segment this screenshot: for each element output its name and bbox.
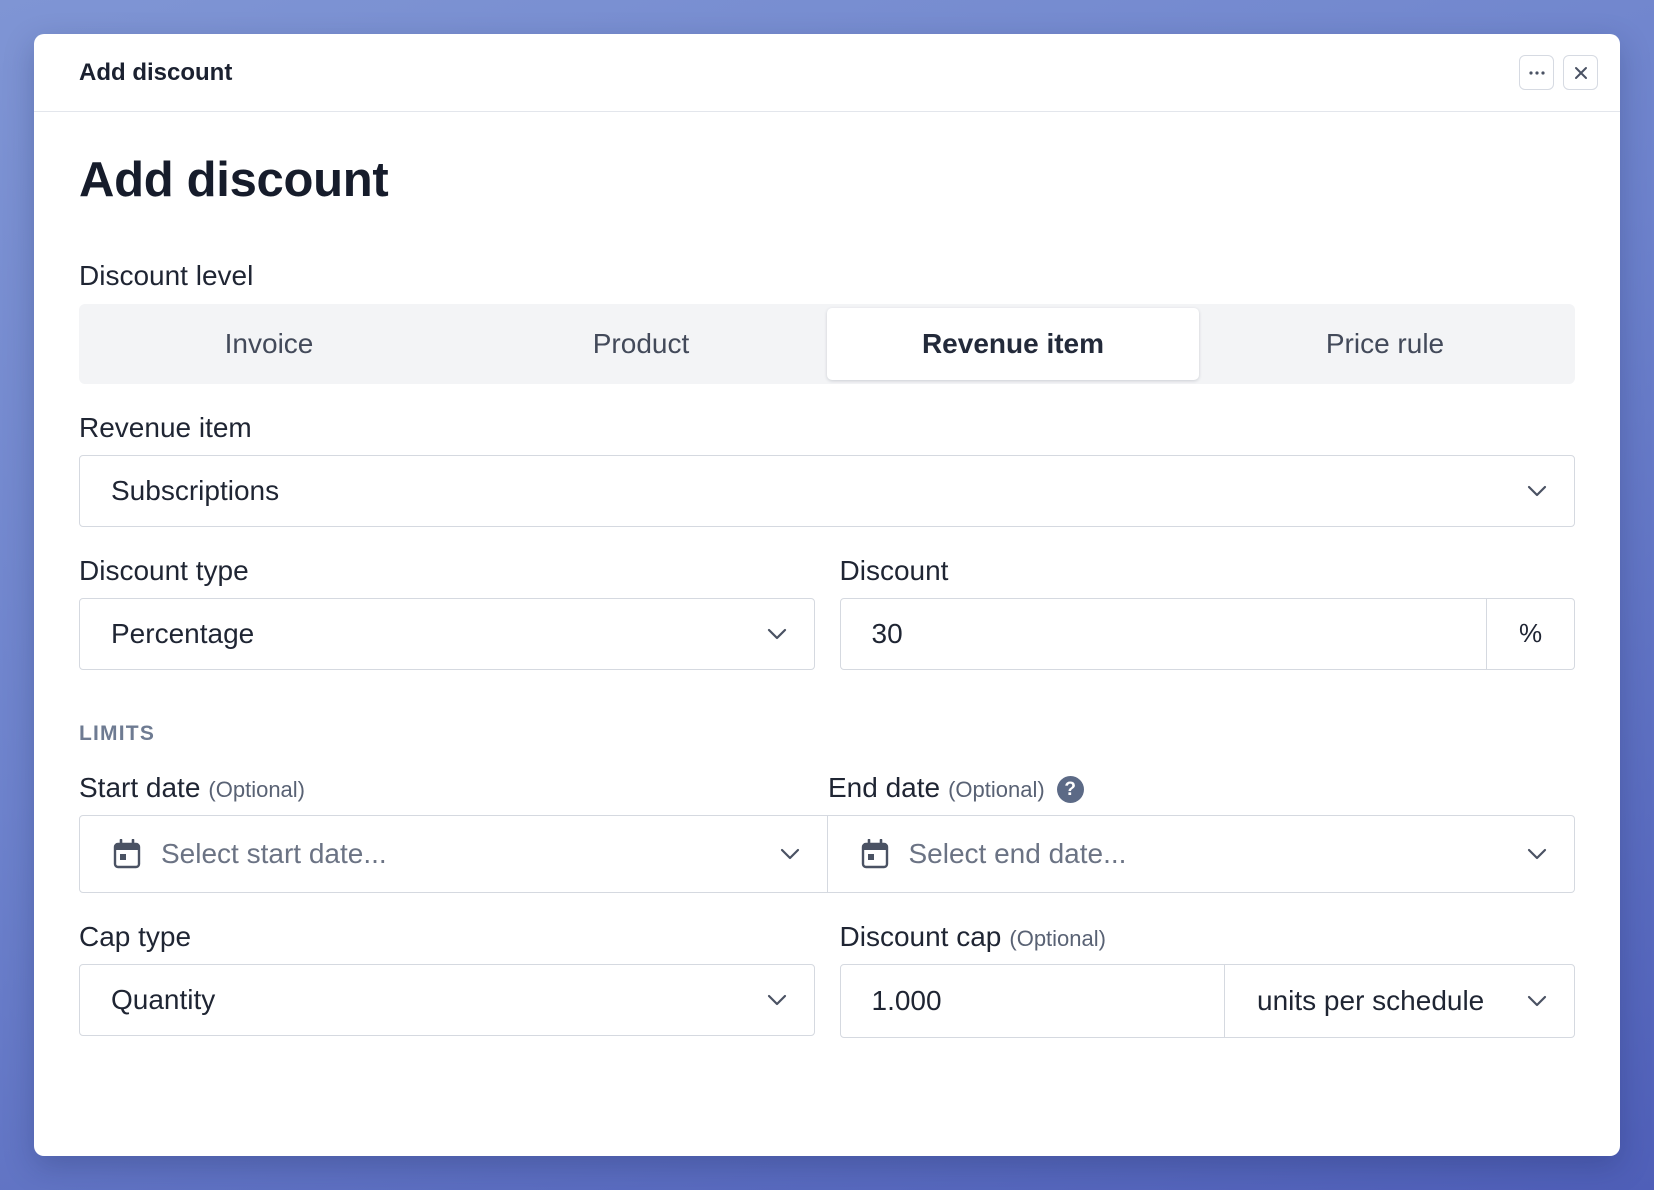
cap-type-section: Cap type Quantity bbox=[79, 921, 815, 1038]
end-date-picker[interactable]: Select end date... bbox=[827, 814, 1575, 893]
calendar-icon bbox=[113, 838, 141, 869]
modal-header: Add discount bbox=[34, 34, 1620, 112]
limits-caption: LIMITS bbox=[79, 721, 156, 745]
more-options-button[interactable] bbox=[1519, 55, 1554, 90]
discount-cap-label-wrap: Discount cap (Optional) bbox=[840, 921, 1576, 953]
discount-row: Discount type Percentage Discount 30 % bbox=[79, 555, 1575, 670]
end-date-optional: (Optional) bbox=[948, 776, 1045, 802]
segment-product[interactable]: Product bbox=[455, 308, 827, 380]
revenue-item-section: Revenue item Subscriptions bbox=[79, 412, 1575, 527]
help-icon[interactable]: ? bbox=[1056, 776, 1084, 804]
discount-cap-label: Discount cap bbox=[839, 920, 1002, 952]
chevron-down-icon bbox=[767, 628, 786, 639]
start-date-label: Start date bbox=[79, 771, 201, 803]
cap-type-label: Cap type bbox=[79, 920, 192, 952]
date-labels-row: Start date (Optional) End date (Optional)? bbox=[79, 772, 1575, 804]
discount-section: Discount 30 % bbox=[839, 554, 1575, 670]
discount-label: Discount bbox=[839, 554, 949, 586]
start-date-placeholder: Select start date... bbox=[161, 837, 387, 869]
discount-type-label: Discount type bbox=[79, 554, 249, 586]
chevron-down-icon bbox=[1527, 848, 1547, 859]
close-icon bbox=[1574, 66, 1587, 79]
modal-content: Add discount Discount level Invoice Prod… bbox=[34, 153, 1620, 1038]
discount-level-segmented-control: Invoice Product Revenue item Price rule bbox=[79, 303, 1575, 384]
chevron-down-icon bbox=[1527, 995, 1547, 1006]
add-discount-modal: Add discount Add discount Discount level bbox=[34, 34, 1620, 1156]
start-date-label-wrap: Start date (Optional) bbox=[79, 772, 826, 804]
cap-row: Cap type Quantity Discount cap (Optional)… bbox=[79, 921, 1575, 1038]
discount-level-label: Discount level bbox=[79, 259, 254, 291]
discount-type-section: Discount type Percentage bbox=[79, 555, 815, 670]
segment-revenue-item[interactable]: Revenue item bbox=[827, 307, 1199, 380]
discount-type-value: Percentage bbox=[111, 617, 255, 649]
start-date-optional: (Optional) bbox=[208, 776, 305, 802]
discount-input-group: 30 % bbox=[839, 597, 1575, 670]
end-date-placeholder: Select end date... bbox=[908, 837, 1127, 869]
discount-input[interactable]: 30 bbox=[841, 618, 1487, 650]
page-title: Add discount bbox=[79, 153, 389, 207]
discount-type-select[interactable]: Percentage bbox=[79, 597, 815, 670]
discount-cap-section: Discount cap (Optional) 1.000 units per s… bbox=[839, 921, 1576, 1038]
segment-price-rule[interactable]: Price rule bbox=[1199, 308, 1571, 380]
discount-cap-input[interactable]: 1.000 bbox=[841, 985, 1225, 1017]
segment-invoice[interactable]: Invoice bbox=[83, 308, 455, 380]
cap-type-select[interactable]: Quantity bbox=[79, 963, 815, 1036]
discount-cap-optional: (Optional) bbox=[1009, 925, 1106, 951]
percent-suffix: % bbox=[1486, 598, 1574, 669]
start-date-picker[interactable]: Select start date... bbox=[79, 814, 828, 893]
chevron-down-icon bbox=[767, 994, 786, 1005]
close-button[interactable] bbox=[1563, 55, 1598, 90]
more-horizontal-icon bbox=[1528, 70, 1545, 75]
cap-unit-select[interactable]: units per schedule bbox=[1224, 964, 1574, 1037]
revenue-item-select[interactable]: Subscriptions bbox=[79, 454, 1575, 527]
date-range-group: Select start date... Select end date... bbox=[79, 814, 1575, 893]
chevron-down-icon bbox=[1527, 485, 1547, 496]
revenue-item-label: Revenue item bbox=[79, 411, 252, 443]
end-date-label: End date bbox=[828, 771, 941, 803]
discount-cap-input-group: 1.000 units per schedule bbox=[839, 963, 1575, 1038]
modal-header-title: Add discount bbox=[79, 58, 233, 86]
cap-unit-value: units per schedule bbox=[1257, 984, 1485, 1016]
end-date-label-wrap: End date (Optional)? bbox=[826, 772, 1575, 804]
chevron-down-icon bbox=[780, 848, 799, 859]
discount-level-section: Discount level Invoice Product Revenue i… bbox=[79, 260, 1575, 384]
calendar-icon bbox=[861, 838, 888, 869]
revenue-item-value: Subscriptions bbox=[111, 474, 280, 506]
cap-type-value: Quantity bbox=[111, 983, 216, 1015]
header-actions bbox=[1519, 55, 1598, 90]
